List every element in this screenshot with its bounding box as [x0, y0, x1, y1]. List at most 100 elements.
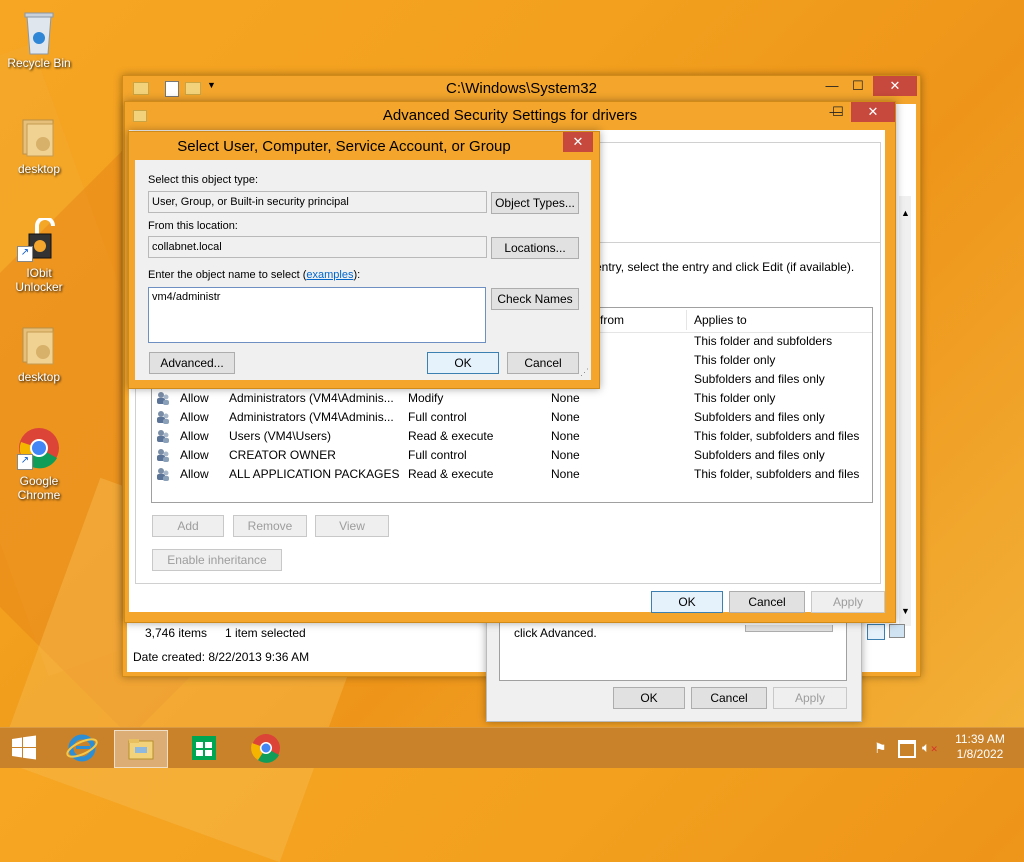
entry-inherited-from: None	[551, 391, 580, 405]
users-icon	[156, 448, 170, 462]
permission-entry-row[interactable]: Allow Administrators (VM4\Adminis... Modif…	[152, 389, 872, 408]
entry-type: Allow	[180, 391, 209, 405]
add-button[interactable]: Add	[152, 515, 224, 537]
maximize-button[interactable]: ☐	[845, 76, 871, 96]
close-button[interactable]: ✕	[851, 102, 895, 122]
folder-icon	[133, 82, 149, 95]
taskbar: ⚑ 🔈︎✕ 11:39 AM 1/8/2022	[0, 727, 1024, 768]
properties-text: click Advanced.	[514, 626, 597, 640]
object-type-label: Select this object type:	[148, 174, 259, 186]
desktop-icon-label: desktop	[17, 162, 61, 176]
entry-type: Allow	[180, 410, 209, 424]
status-bar: 3,746 items 1 item selected Date created…	[127, 622, 487, 672]
explorer-scrollbar[interactable]: ▲ ▼	[899, 196, 911, 626]
advanced-cancel-button[interactable]: Cancel	[729, 591, 805, 613]
select-dialog-body: Select this object type: User, Group, or…	[135, 160, 591, 380]
explorer-title: C:\Windows\System32	[446, 80, 597, 97]
entry-principal: Administrators (VM4\Adminis...	[229, 410, 394, 424]
scroll-down-icon[interactable]: ▼	[901, 606, 910, 616]
advanced-apply-button[interactable]: Apply	[811, 591, 885, 613]
entry-access: Full control	[408, 448, 467, 462]
recycle-bin-icon	[17, 8, 61, 55]
entry-applies-to: Subfolders and files only	[694, 410, 825, 424]
object-name-input[interactable]: vm4/administr	[148, 287, 486, 343]
chrome-taskbar-icon[interactable]	[242, 730, 290, 766]
entry-principal: ALL APPLICATION PACKAGES	[229, 467, 400, 481]
minimize-button[interactable]: —	[819, 76, 845, 96]
column-header-inherited[interactable]: from	[600, 313, 624, 327]
object-name-label-end: ):	[353, 269, 361, 281]
permission-entry-row[interactable]: Allow CREATOR OWNER Full control None Subfol…	[152, 446, 872, 465]
entry-applies-to: Subfolders and files only	[694, 448, 825, 462]
network-icon[interactable]	[898, 740, 916, 758]
desktop-icon-label: desktop	[17, 370, 61, 384]
details-view-icon[interactable]	[867, 624, 885, 640]
entry-principal: CREATOR OWNER	[229, 448, 336, 462]
clock[interactable]: 11:39 AM 1/8/2022	[948, 732, 1012, 762]
internet-explorer-icon[interactable]	[58, 730, 106, 766]
desktop-icon-google-chrome[interactable]: ↗ Google Chrome	[1, 426, 77, 502]
explorer-title-bar: ▼ C:\Windows\System32 — ☐ ✕	[123, 76, 920, 102]
chrome-icon: ↗	[17, 426, 61, 470]
entry-access: Full control	[408, 410, 467, 424]
select-cancel-button[interactable]: Cancel	[507, 352, 579, 374]
desktop-icon-desktop-1[interactable]: desktop	[1, 114, 77, 176]
properties-cancel-button[interactable]: Cancel	[691, 687, 767, 709]
locations-button[interactable]: Locations...	[491, 237, 579, 259]
object-name-label-text: Enter the object name to select (	[148, 269, 307, 281]
flag-icon[interactable]: ⚑	[874, 740, 887, 757]
entry-applies-to: Subfolders and files only	[694, 372, 825, 386]
new-folder-icon[interactable]	[185, 82, 201, 95]
restore-button[interactable]: ☐	[825, 102, 851, 122]
select-dialog-title: Select User, Computer, Service Account, …	[177, 138, 511, 155]
instruction-text: entry, select the entry and click Edit (…	[595, 260, 855, 274]
examples-link[interactable]: examples	[306, 269, 353, 281]
folder-icon	[17, 114, 61, 158]
users-icon	[156, 410, 170, 424]
close-button[interactable]: ✕	[873, 76, 917, 96]
permission-entry-row[interactable]: Allow Users (VM4\Users) Read & execute None…	[152, 427, 872, 446]
shortcut-arrow-icon: ↗	[17, 246, 33, 262]
desktop-icon-recycle-bin[interactable]: Recycle Bin	[1, 8, 77, 70]
selection-count: 1 item selected	[225, 626, 306, 640]
tiles-view-icon[interactable]	[889, 624, 905, 638]
location-field: collabnet.local	[148, 236, 487, 258]
desktop-icon-label: IObit Unlocker	[15, 266, 63, 294]
item-count: 3,746 items	[145, 626, 208, 640]
properties-advanced-button[interactable]	[745, 625, 833, 632]
desktop-icon-desktop-2[interactable]: desktop	[1, 322, 77, 384]
entry-inherited-from: None	[551, 429, 580, 443]
properties-ok-button[interactable]: OK	[613, 687, 685, 709]
permission-entry-row[interactable]: Allow Administrators (VM4\Adminis... Full …	[152, 408, 872, 427]
properties-icon[interactable]	[165, 81, 179, 97]
location-label: From this location:	[148, 220, 238, 232]
remove-button[interactable]: Remove	[233, 515, 307, 537]
view-button[interactable]: View	[315, 515, 389, 537]
customize-dropdown-icon[interactable]: ▼	[207, 80, 216, 90]
entry-type: Allow	[180, 448, 209, 462]
file-explorer-icon[interactable]	[114, 730, 168, 768]
properties-apply-button[interactable]: Apply	[773, 687, 847, 709]
entry-access: Modify	[408, 391, 444, 405]
store-icon[interactable]	[180, 730, 228, 766]
permission-entry-row[interactable]: Allow ALL APPLICATION PACKAGES Read & exec…	[152, 465, 872, 484]
close-button[interactable]: ✕	[563, 132, 593, 152]
select-user-dialog: Select User, Computer, Service Account, …	[128, 131, 600, 389]
start-button[interactable]	[0, 730, 48, 766]
desktop-icon-label: Recycle Bin	[7, 56, 71, 70]
advanced-ok-button[interactable]: OK	[651, 591, 723, 613]
scroll-up-icon[interactable]: ▲	[901, 208, 910, 218]
folder-icon	[133, 110, 147, 122]
enable-inheritance-button[interactable]: Enable inheritance	[152, 549, 282, 571]
object-types-button[interactable]: Object Types...	[491, 192, 579, 214]
desktop-icon-iobit-unlocker[interactable]: ↗ IObit Unlocker	[1, 216, 77, 294]
resize-grip-icon[interactable]: ⋰	[580, 367, 589, 378]
volume-muted-icon[interactable]: 🔈︎✕	[922, 739, 938, 756]
entry-principal: Administrators (VM4\Adminis...	[229, 391, 394, 405]
entry-type: Allow	[180, 429, 209, 443]
check-names-button[interactable]: Check Names	[491, 288, 579, 310]
select-ok-button[interactable]: OK	[427, 352, 499, 374]
advanced-button[interactable]: Advanced...	[149, 352, 235, 374]
column-header-applies-to[interactable]: Applies to	[694, 313, 747, 327]
entry-type: Allow	[180, 467, 209, 481]
